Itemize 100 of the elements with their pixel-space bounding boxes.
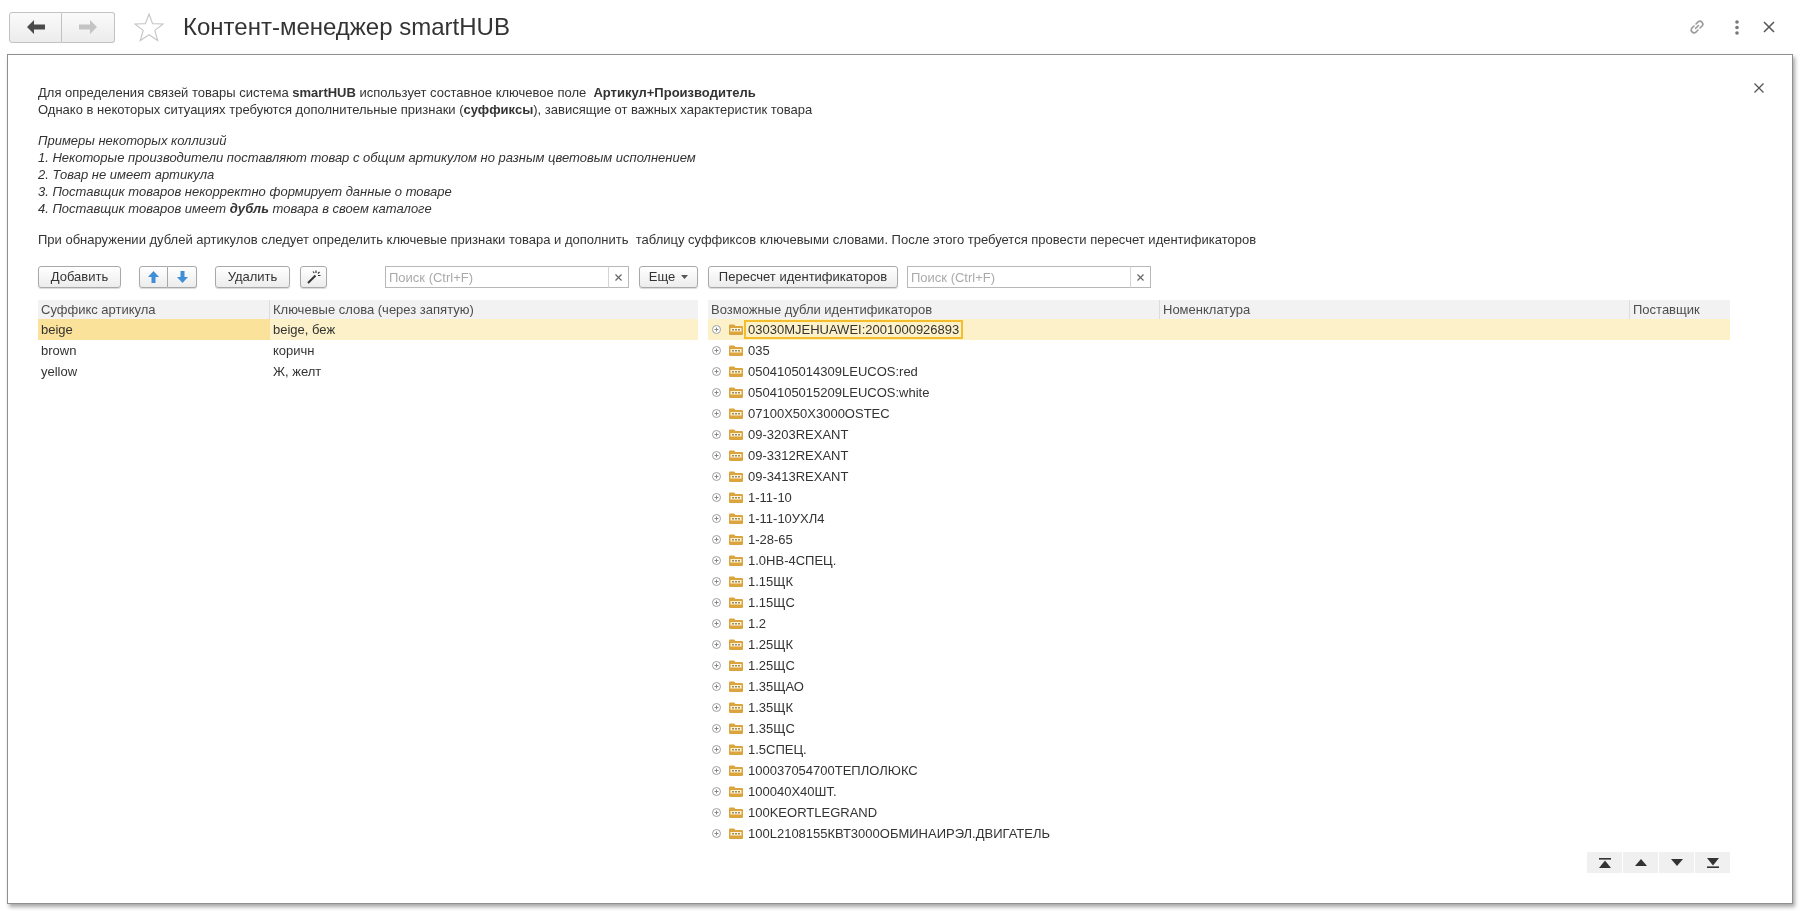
move-down-button[interactable] <box>168 266 197 288</box>
expand-icon[interactable] <box>712 745 721 754</box>
identifier-cell-text: 100KEORTLEGRAND <box>747 804 879 822</box>
folder-icon <box>729 786 743 797</box>
folder-icon <box>729 597 743 608</box>
folder-icon <box>729 534 743 545</box>
expand-icon[interactable] <box>712 661 721 670</box>
expand-icon[interactable] <box>712 703 721 712</box>
arrow-down-icon <box>176 271 188 283</box>
expand-icon[interactable] <box>712 556 721 565</box>
identifier-cell-text: 1-28-65 <box>747 531 794 549</box>
folder-icon <box>729 723 743 734</box>
identifier-cell-text: 100L2108155КВТ3000ОБМИНАИРЭЛ.ДВИГАТЕЛЬ <box>747 825 1052 843</box>
identifier-cell-text: 1.35ЩК <box>747 699 795 717</box>
recalculate-button[interactable]: Пересчет идентификаторов <box>708 266 898 288</box>
folder-icon <box>729 681 743 692</box>
identifier-cell-text: 1.35ЩАО <box>747 678 805 696</box>
identifier-cell-text: 1.25ЩК <box>747 636 795 654</box>
column-header[interactable]: Ключевые слова (через запятую) <box>270 300 698 319</box>
folder-icon <box>729 744 743 755</box>
down-button[interactable] <box>1659 852 1694 873</box>
folder-icon <box>729 450 743 461</box>
expand-icon[interactable] <box>712 808 721 817</box>
star-icon[interactable] <box>134 12 164 42</box>
expand-icon[interactable] <box>712 766 721 775</box>
expand-icon[interactable] <box>712 535 721 544</box>
close-icon <box>1137 273 1144 281</box>
table-cell[interactable]: beige, беж <box>270 319 698 340</box>
identifier-cell-text: 1.5СПЕЦ. <box>747 741 808 759</box>
identifier-cell-text: 100037054700ТЕПЛОЛЮКС <box>747 762 919 780</box>
identifier-cell-text: 09-3312REXANT <box>747 447 850 465</box>
folder-icon <box>729 576 743 587</box>
description-line: Для определения связей товары система smartHUB использует составное ключевое поле Артикул+Производитель <box>38 84 757 101</box>
table-cell[interactable]: beige <box>38 319 270 340</box>
page-title: Контент-менеджер smartHUB <box>183 12 510 42</box>
arrow-left-icon <box>26 20 45 34</box>
expand-icon[interactable] <box>712 451 721 460</box>
column-header[interactable]: Поставщик <box>1630 300 1730 319</box>
magic-wand-icon <box>306 270 321 284</box>
identifier-cell-text: 1.0НВ-4СПЕЦ. <box>747 552 838 570</box>
expand-icon[interactable] <box>712 829 721 838</box>
folder-icon <box>729 429 743 440</box>
identifier-cell-text: 07100X50X3000OSTEC <box>747 405 891 423</box>
expand-icon[interactable] <box>712 640 721 649</box>
folder-icon <box>729 513 743 524</box>
expand-icon[interactable] <box>712 787 721 796</box>
dialog-close-button[interactable] <box>1752 81 1766 95</box>
up-button[interactable] <box>1623 852 1658 873</box>
folder-icon <box>729 366 743 377</box>
folder-icon <box>729 471 743 482</box>
expand-icon[interactable] <box>712 724 721 733</box>
identifier-cell-text: 09-3203REXANT <box>747 426 850 444</box>
first-button[interactable] <box>1587 852 1622 873</box>
description-line: Однако в некоторых ситуациях требуются дополнительные признаки (суффиксы), зависящие от важных характеристик товара <box>38 101 814 118</box>
last-button[interactable] <box>1695 852 1730 873</box>
identifier-cell-text: 1-11-10 <box>747 489 793 507</box>
expand-icon[interactable] <box>712 367 721 376</box>
clear-button[interactable] <box>1130 266 1151 288</box>
close-button[interactable] <box>1762 20 1776 34</box>
more-button[interactable] <box>1732 17 1742 37</box>
identifier-cell-text: 1.35ЩС <box>747 720 796 738</box>
identifier-cell-text: 1.2 <box>747 615 768 633</box>
wand-button[interactable] <box>300 266 327 288</box>
expand-icon[interactable] <box>712 514 721 523</box>
example-line: 3. Поставщик товаров некорректно формирует данные о товаре <box>38 183 453 200</box>
expand-icon[interactable] <box>712 577 721 586</box>
link-icon <box>1687 17 1707 37</box>
expand-icon[interactable] <box>712 388 721 397</box>
identifier-cell-text: 0504105014309LEUCOS:red <box>747 363 919 381</box>
expand-icon[interactable] <box>712 409 721 418</box>
identifier-cell-text: 100040X40ШТ. <box>747 783 838 801</box>
identifier-cell: 03030MJEHUAWEI:2001000926893 <box>744 320 964 339</box>
back-button[interactable] <box>9 11 62 43</box>
expand-icon[interactable] <box>712 430 721 439</box>
clear-button[interactable] <box>608 266 629 288</box>
triangle-up-icon <box>1634 859 1647 866</box>
triangle-down-icon <box>1670 859 1683 866</box>
caret-down-icon <box>681 275 689 279</box>
expand-icon[interactable] <box>712 598 721 607</box>
identifier-cell-text: 0504105015209LEUCOS:white <box>747 384 931 402</box>
delete-button[interactable]: Удалить <box>215 266 290 288</box>
search-field[interactable]: Поиск (Ctrl+F) <box>385 266 608 288</box>
expand-icon[interactable] <box>712 346 721 355</box>
expand-icon[interactable] <box>712 682 721 691</box>
folder-icon <box>729 387 743 398</box>
expand-icon[interactable] <box>712 472 721 481</box>
folder-icon <box>729 555 743 566</box>
search-field[interactable]: Поиск (Ctrl+F) <box>907 266 1130 288</box>
folder-icon <box>729 492 743 503</box>
expand-icon[interactable] <box>712 493 721 502</box>
expand-icon[interactable] <box>712 619 721 628</box>
identifier-cell-text: 09-3413REXANT <box>747 468 850 486</box>
go-last-icon <box>1706 857 1719 868</box>
expand-icon[interactable] <box>712 325 721 334</box>
move-up-button[interactable] <box>139 266 168 288</box>
arrow-right-icon <box>79 20 97 34</box>
tree-row[interactable]: 03030MJEHUAWEI:2001000926893 <box>708 319 1730 340</box>
add-button[interactable]: Добавить <box>38 266 121 288</box>
folder-icon <box>729 765 743 776</box>
more-menu-button[interactable]: Еще <box>639 266 698 288</box>
